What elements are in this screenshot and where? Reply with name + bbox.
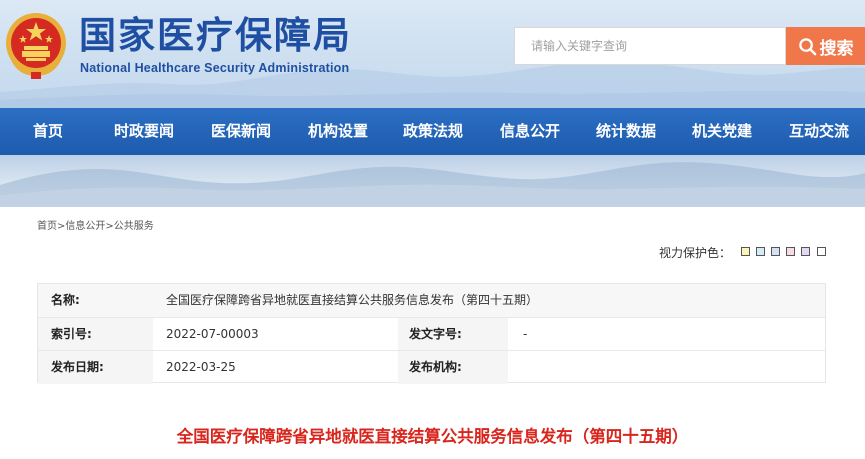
eye-care-swatch-cyan[interactable] xyxy=(756,247,765,256)
eye-care-swatch-pink[interactable] xyxy=(786,247,795,256)
breadcrumb-separator: > xyxy=(105,221,114,232)
breadcrumb-item-disclosure[interactable]: 信息公开 xyxy=(65,221,105,232)
search-icon xyxy=(798,37,816,55)
main-nav: 首页 时政要闻 医保新闻 机构设置 政策法规 信息公开 统计数据 机关党建 互动… xyxy=(0,108,865,155)
nav-item-interaction[interactable]: 互动交流 xyxy=(789,108,849,155)
eye-care-swatch-purple[interactable] xyxy=(801,247,810,256)
nav-item-party[interactable]: 机关党建 xyxy=(692,108,752,155)
info-row-date: 发布日期: 2022-03-25 发布机构: xyxy=(38,350,825,384)
banner-mountains-image xyxy=(0,162,865,207)
nav-item-home[interactable]: 首页 xyxy=(33,108,63,155)
eye-care-swatch-white[interactable] xyxy=(817,247,826,256)
info-row-name: 名称: 全国医疗保障跨省异地就医直接结算公共服务信息发布（第四十五期） xyxy=(38,284,825,317)
doc-no-label: 发文字号: xyxy=(409,327,462,341)
name-value: 全国医疗保障跨省异地就医直接结算公共服务信息发布（第四十五期） xyxy=(166,293,539,307)
article-title: 全国医疗保障跨省异地就医直接结算公共服务信息发布（第四十五期） xyxy=(176,427,689,446)
breadcrumb-item-home[interactable]: 首页 xyxy=(37,221,57,232)
nav-item-statistics[interactable]: 统计数据 xyxy=(596,108,656,155)
eye-care-swatch-blue[interactable] xyxy=(771,247,780,256)
site-title-cn: 国家医疗保障局 xyxy=(79,13,352,57)
eye-care-swatch-yellow[interactable] xyxy=(741,247,750,256)
eye-care-label: 视力保护色： xyxy=(659,246,732,260)
index-value: 2022-07-00003 xyxy=(166,327,259,341)
breadcrumb: 首页>信息公开>公共服务 xyxy=(37,217,154,232)
content-area: 首页>信息公开>公共服务 视力保护色： 名称: 全国医疗保障跨省异地就医直接结算… xyxy=(0,207,865,459)
info-row-index: 索引号: 2022-07-00003 发文字号: - xyxy=(38,317,825,351)
nav-item-org[interactable]: 机构设置 xyxy=(308,108,368,155)
date-label: 发布日期: xyxy=(51,360,104,374)
banner-landscape xyxy=(0,155,865,207)
national-emblem-icon xyxy=(6,13,66,79)
date-value: 2022-03-25 xyxy=(166,360,236,374)
search-button-label: 搜索 xyxy=(819,38,854,59)
nav-item-news[interactable]: 医保新闻 xyxy=(211,108,271,155)
article-panel: 首页>信息公开>公共服务 视力保护色： 名称: 全国医疗保障跨省异地就医直接结算… xyxy=(0,207,865,459)
breadcrumb-item-public-service[interactable]: 公共服务 xyxy=(114,221,154,232)
org-label: 发布机构: xyxy=(409,360,462,374)
site-title-en: National Healthcare Security Administrat… xyxy=(80,61,350,75)
search-button[interactable]: 搜索 xyxy=(786,27,865,65)
nav-item-politics[interactable]: 时政要闻 xyxy=(114,108,174,155)
doc-no-value: - xyxy=(523,327,528,341)
nav-item-disclosure[interactable]: 信息公开 xyxy=(500,108,560,155)
document-info-table: 名称: 全国医疗保障跨省异地就医直接结算公共服务信息发布（第四十五期） 索引号:… xyxy=(37,283,826,384)
nav-item-policy[interactable]: 政策法规 xyxy=(403,108,463,155)
site-header: 国家医疗保障局 National Healthcare Security Adm… xyxy=(0,0,865,108)
search-input[interactable] xyxy=(514,27,786,65)
name-label: 名称: xyxy=(51,293,80,307)
index-label: 索引号: xyxy=(51,327,92,341)
